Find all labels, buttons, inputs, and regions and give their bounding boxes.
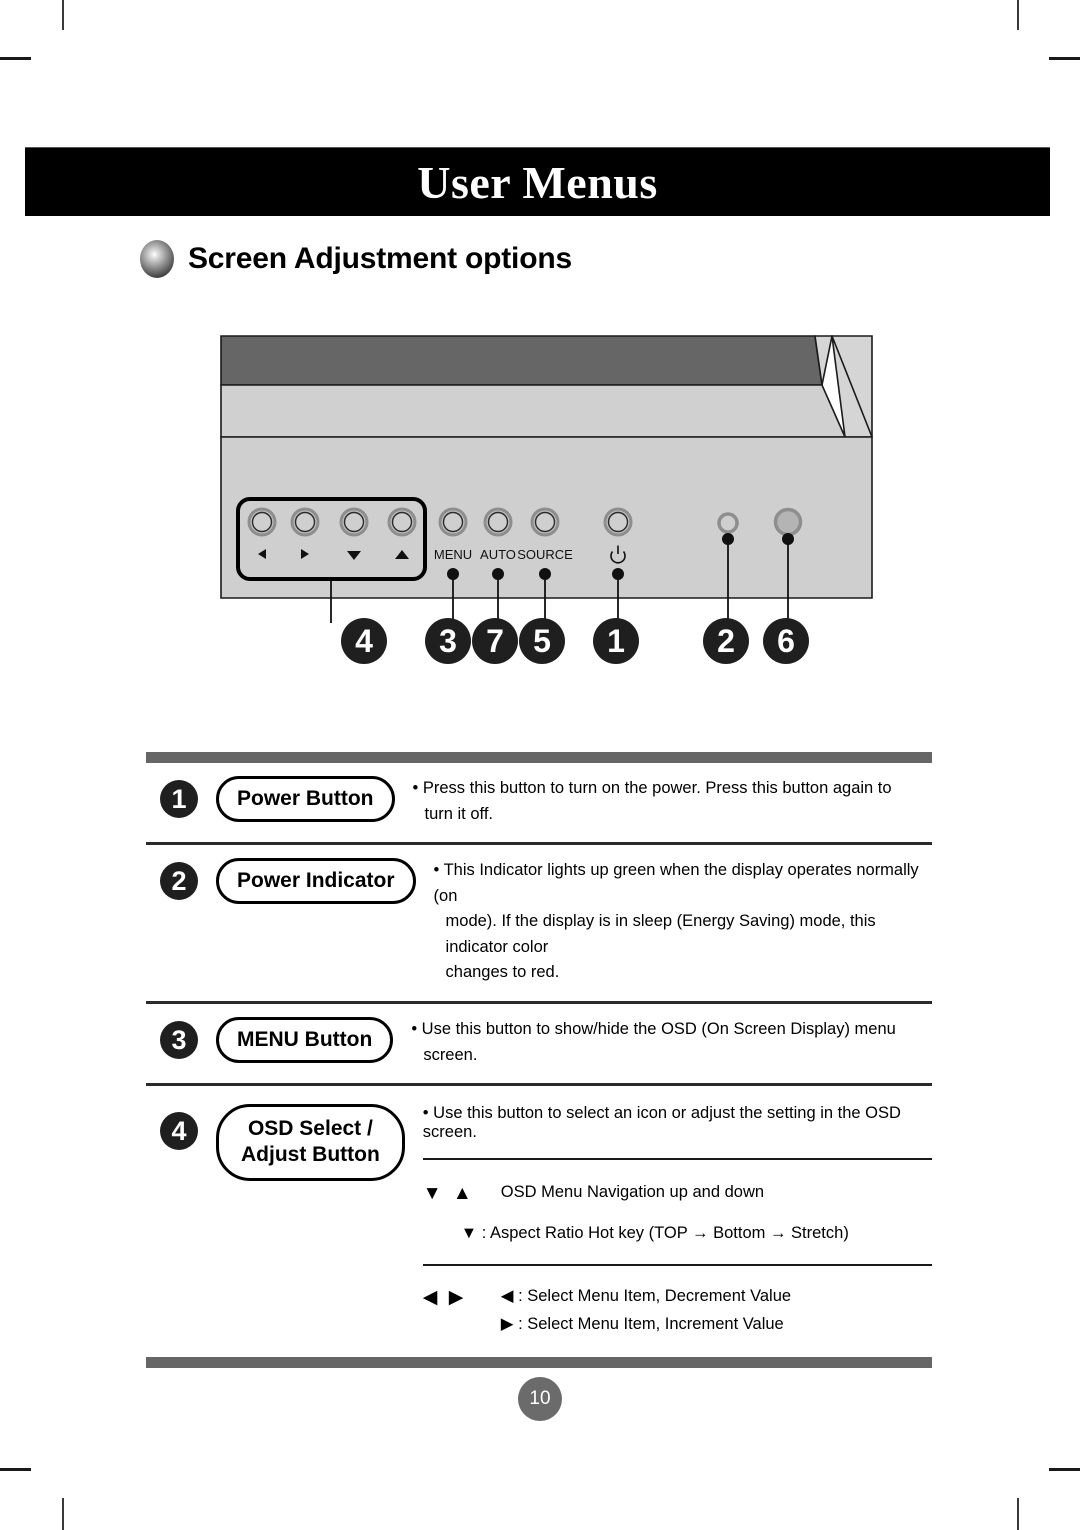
- desc-line: turn it off.: [424, 804, 493, 823]
- crop-mark-right-top: [1049, 57, 1080, 60]
- osd-select-adjust-pill: OSD Select / Adjust Button: [216, 1104, 405, 1181]
- desc-line: • Use this button to select an icon or a…: [422, 1104, 901, 1142]
- monitor-upper-bezel: [220, 384, 847, 438]
- table-row: 2 Power Indicator • This Indicator light…: [146, 845, 932, 1001]
- callout-badge-4: 4: [341, 618, 387, 664]
- callout-badge-7: 7: [472, 618, 518, 664]
- crop-mark-top-right: [1017, 0, 1019, 30]
- table-row: 3 MENU Button • Use this button to show/…: [146, 1004, 932, 1083]
- sphere-bullet-icon: [140, 240, 174, 278]
- row-label-group: 3 MENU Button: [146, 1016, 394, 1064]
- svg-text:5: 5: [533, 623, 551, 659]
- callout-badge-2: 2: [703, 618, 749, 664]
- sub-row-text: OSD Menu Navigation up and down ▼ : Aspe…: [461, 1180, 849, 1246]
- svg-text:4: 4: [355, 623, 373, 659]
- svg-text:2: 2: [717, 623, 735, 659]
- row-number-badge: 3: [160, 1021, 198, 1060]
- svg-text:7: 7: [486, 623, 504, 659]
- menu-button-pill: MENU Button: [216, 1016, 394, 1064]
- row-description: • Use this button to select an icon or a…: [405, 1100, 932, 1337]
- crop-mark-top-left: [62, 0, 64, 30]
- power-indicator-led: [717, 512, 739, 534]
- crop-mark-right-bottom: [1049, 1468, 1080, 1471]
- sub-divider: [422, 1263, 932, 1266]
- svg-text:6: 6: [777, 623, 795, 659]
- desc-line: mode). If the display is in sleep (Energ…: [445, 912, 876, 956]
- crop-mark-bottom-right: [1017, 1498, 1019, 1530]
- row-number-badge: 4: [160, 1112, 198, 1151]
- desc-line: ▼ : Aspect Ratio Hot key (TOP → Bottom →…: [460, 1223, 849, 1242]
- crop-mark-bottom-left: [62, 1498, 64, 1530]
- row-number-badge: 1: [160, 780, 198, 819]
- row-description: • Press this button to turn on the power…: [395, 776, 933, 827]
- power-indicator-pill: Power Indicator: [216, 858, 416, 905]
- page-banner: User Menus: [25, 148, 1050, 216]
- crop-mark-left-top: [0, 57, 31, 60]
- table-row: 4 OSD Select / Adjust Button • Use this …: [146, 1086, 932, 1337]
- sub-row: ▼ ▲ OSD Menu Navigation up and down ▼ : …: [423, 1180, 932, 1246]
- callout-badge-1: 1: [593, 618, 639, 664]
- power-button-pill: Power Button: [216, 776, 395, 823]
- menu-button-label: MENU: [434, 547, 472, 562]
- desc-line: OSD Menu Navigation up and down: [500, 1183, 765, 1202]
- updown-arrow-icons: ▼ ▲: [422, 1183, 475, 1205]
- svg-text:1: 1: [607, 623, 625, 659]
- page-number-badge: 10: [518, 1377, 562, 1421]
- monitor-front-panel-diagram: MENU AUTO SOURCE 4 3 7 5 1 2 6: [220, 333, 900, 668]
- table-row: 1 Power Button • Press this button to tu…: [146, 763, 932, 842]
- button-description-table: 1 Power Button • Press this button to tu…: [146, 752, 932, 1369]
- desc-line: changes to red.: [445, 963, 560, 982]
- callout-badge-3: 3: [425, 618, 471, 664]
- leftright-arrow-icons: ◀ ▶: [422, 1286, 467, 1308]
- sub-divider: [422, 1158, 932, 1161]
- monitor-screen-face: [220, 335, 823, 386]
- row-label-group: 4 OSD Select / Adjust Button: [146, 1100, 405, 1181]
- desc-line: ◀ : Select Menu Item, Decrement Value: [500, 1286, 792, 1305]
- desc-line: • This Indicator lights up green when th…: [433, 861, 919, 905]
- crop-mark-left-bottom: [0, 1468, 31, 1471]
- row-description: • Use this button to show/hide the OSD (…: [393, 1017, 932, 1068]
- section-title: Screen Adjustment options: [188, 242, 572, 275]
- page-title: User Menus: [417, 156, 658, 208]
- auto-button-label: AUTO: [480, 547, 516, 562]
- table-bottom-bar: [146, 1357, 932, 1369]
- callout-badge-5: 5: [519, 618, 565, 664]
- row-label-group: 2 Power Indicator: [146, 858, 416, 905]
- desc-line: • Press this button to turn on the power…: [412, 779, 892, 797]
- table-top-bar: [146, 752, 932, 763]
- pill-line-1: OSD Select /: [247, 1117, 373, 1141]
- desc-line: • Use this button to show/hide the OSD (…: [411, 1019, 896, 1038]
- sub-row: ◀ ▶ ◀ : Select Menu Item, Decrement Valu…: [423, 1284, 932, 1338]
- desc-line: ▶ : Select Menu Item, Increment Value: [500, 1315, 784, 1334]
- svg-text:3: 3: [439, 623, 457, 659]
- sub-row-text: ◀ : Select Menu Item, Decrement Value ▶ …: [501, 1284, 791, 1338]
- callout-badge-6: 6: [763, 618, 809, 664]
- row-label-group: 1 Power Button: [146, 776, 395, 823]
- desc-line: screen.: [423, 1045, 478, 1064]
- row-number-badge: 2: [160, 862, 198, 901]
- remote-sensor: [773, 507, 803, 537]
- row-description: • This Indicator lights up green when th…: [416, 858, 932, 986]
- section-heading: Screen Adjustment options: [140, 240, 572, 278]
- source-button-label: SOURCE: [517, 547, 573, 562]
- pill-line-2: Adjust Button: [241, 1143, 380, 1167]
